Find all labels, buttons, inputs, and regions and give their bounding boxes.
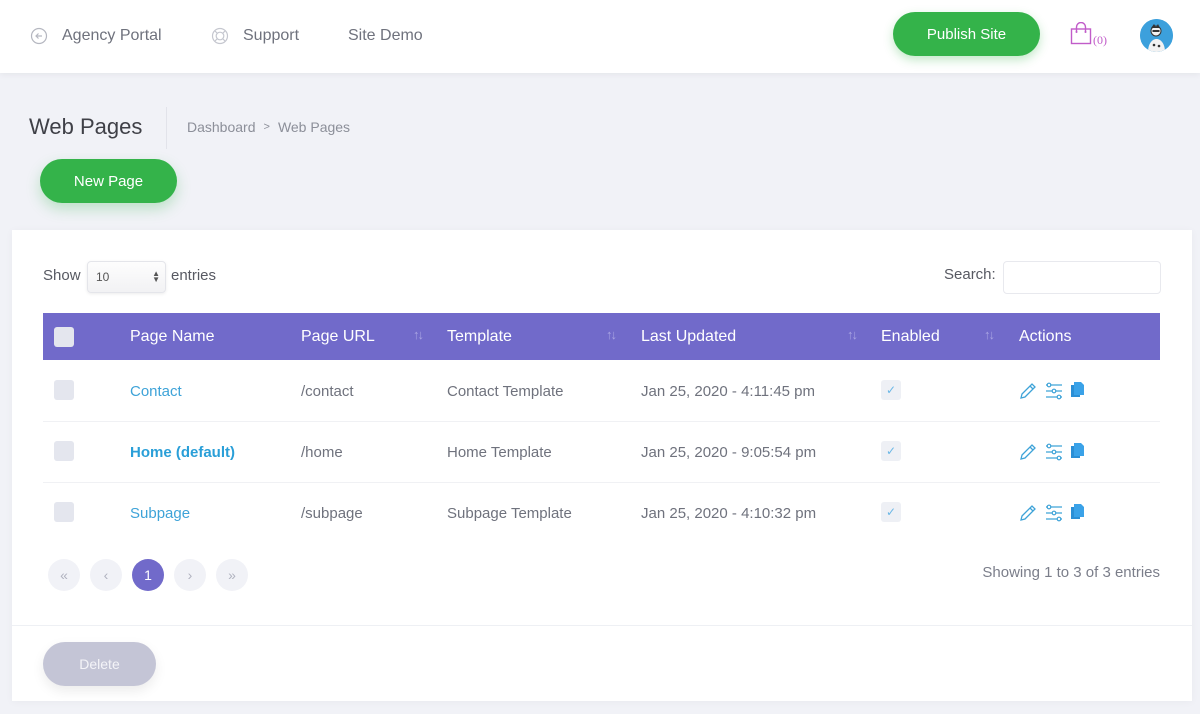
user-avatar[interactable] [1140, 19, 1173, 52]
first-page-button[interactable]: « [48, 559, 80, 591]
new-page-button[interactable]: New Page [40, 159, 177, 203]
row-actions [1018, 381, 1090, 401]
nav-support[interactable]: Support [211, 24, 299, 48]
nav-site-demo[interactable]: Site Demo [348, 24, 423, 48]
table-row: Contact /contact Contact Template Jan 25… [43, 361, 1160, 422]
arrow-left-circle-icon [30, 27, 48, 45]
entries-per-page-select[interactable]: 10 ▲ ▼ [87, 261, 166, 293]
last-page-button[interactable]: » [216, 559, 248, 591]
search-input[interactable] [1003, 261, 1161, 294]
duplicate-copy-icon[interactable] [1070, 503, 1090, 523]
page-name-link[interactable]: Contact [130, 383, 182, 400]
lifebuoy-icon [211, 27, 229, 45]
last-updated: Jan 25, 2020 - 4:11:45 pm [641, 383, 816, 400]
page-name-link[interactable]: Home (default) [130, 444, 235, 461]
nav-site-demo-label: Site Demo [348, 27, 423, 44]
page-url: /home [301, 444, 343, 461]
check-icon: ✓ [885, 444, 897, 458]
row-checkbox[interactable] [54, 380, 74, 400]
pagination: « ‹ 1 › » [48, 559, 248, 591]
sort-icon[interactable]: ↑↓ [606, 327, 617, 342]
last-updated: Jan 25, 2020 - 4:10:32 pm [641, 505, 817, 522]
shopping-bag-icon [1070, 21, 1092, 50]
breadcrumb-separator: > [263, 121, 270, 133]
enabled-checkbox[interactable]: ✓ [881, 380, 901, 400]
sort-icon[interactable]: ↑↓ [847, 327, 858, 342]
duplicate-copy-icon[interactable] [1070, 381, 1090, 401]
page-template: Home Template [447, 444, 552, 461]
page-name-link[interactable]: Subpage [130, 505, 190, 522]
page-url: /contact [301, 383, 354, 400]
cart-count: (0) [1093, 33, 1107, 47]
enabled-checkbox[interactable]: ✓ [881, 502, 901, 522]
page-template: Subpage Template [447, 505, 572, 522]
breadcrumb-dashboard[interactable]: Dashboard [187, 119, 256, 135]
nav-agency-portal[interactable]: Agency Portal [30, 24, 162, 48]
sort-icon[interactable]: ↑↓ [984, 327, 995, 342]
table-header: Page Name Page URL ↑↓ Template ↑↓ Last U… [43, 313, 1160, 360]
enabled-checkbox[interactable]: ✓ [881, 441, 901, 461]
edit-pencil-icon[interactable] [1018, 442, 1038, 462]
column-header-page-name[interactable]: Page Name [130, 313, 215, 360]
column-header-page-url[interactable]: Page URL [301, 313, 375, 360]
breadcrumb-web-pages: Web Pages [277, 119, 351, 135]
previous-page-button[interactable]: ‹ [90, 559, 122, 591]
edit-pencil-icon[interactable] [1018, 503, 1038, 523]
select-all-checkbox[interactable] [54, 327, 74, 347]
cart-button[interactable]: (0) [1070, 21, 1107, 50]
column-header-last-updated[interactable]: Last Updated [641, 313, 736, 360]
pages-table-panel: Show 10 ▲ ▼ entries Search: Page Name Pag… [12, 230, 1192, 701]
page-template: Contact Template [447, 383, 564, 400]
nav-support-label: Support [243, 27, 300, 44]
row-actions [1018, 442, 1090, 462]
breadcrumb: Dashboard > Web Pages [187, 119, 350, 135]
top-navbar: Agency Portal Support Site Demo Publish … [0, 0, 1200, 73]
edit-pencil-icon[interactable] [1018, 381, 1038, 401]
duplicate-copy-icon[interactable] [1070, 442, 1090, 462]
check-icon: ✓ [885, 383, 897, 397]
column-header-actions: Actions [1019, 327, 1072, 345]
page-1-button[interactable]: 1 [132, 559, 164, 591]
table-row: Subpage /subpage Subpage Template Jan 25… [43, 483, 1160, 544]
row-actions [1018, 503, 1090, 523]
column-header-template[interactable]: Template [447, 313, 512, 360]
entries-per-page-value: 10 [96, 270, 110, 284]
search-label: Search: [944, 266, 996, 283]
footer-divider [12, 625, 1192, 626]
title-divider [166, 107, 167, 149]
next-page-button[interactable]: › [174, 559, 206, 591]
select-arrows-icon: ▲ ▼ [152, 269, 160, 284]
settings-sliders-icon[interactable] [1044, 503, 1064, 523]
check-icon: ✓ [885, 505, 897, 519]
show-label: Show [43, 267, 81, 284]
row-checkbox[interactable] [54, 502, 74, 522]
publish-site-button[interactable]: Publish Site [893, 12, 1040, 56]
nav-agency-portal-label: Agency Portal [62, 27, 162, 44]
table-info: Showing 1 to 3 of 3 entries [982, 564, 1160, 581]
delete-button[interactable]: Delete [43, 642, 156, 686]
table-row: Home (default) /home Home Template Jan 2… [43, 422, 1160, 483]
entries-label: entries [171, 267, 217, 284]
page-title: Web Pages [29, 114, 143, 139]
sort-icon[interactable]: ↑↓ [413, 327, 424, 342]
column-header-enabled[interactable]: Enabled [881, 313, 940, 360]
last-updated: Jan 25, 2020 - 9:05:54 pm [641, 444, 817, 461]
settings-sliders-icon[interactable] [1044, 442, 1064, 462]
settings-sliders-icon[interactable] [1044, 381, 1064, 401]
row-checkbox[interactable] [54, 441, 74, 461]
page-url: /subpage [301, 505, 363, 522]
